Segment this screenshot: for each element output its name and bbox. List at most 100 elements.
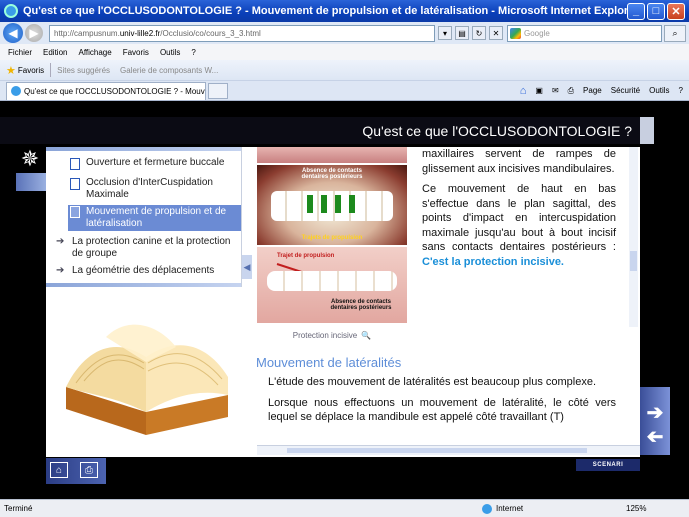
outline-item-propulsion[interactable]: Mouvement de propulsion et de latéralisa… bbox=[68, 205, 241, 231]
header-cap bbox=[640, 117, 654, 144]
previous-arrow-icon[interactable]: ➔ bbox=[644, 425, 666, 448]
document-icon bbox=[70, 158, 80, 170]
paragraph: L'étude des mouvement de latéralités est… bbox=[268, 376, 597, 388]
feeds-icon[interactable]: ▣ bbox=[535, 86, 543, 95]
outline-panel: Ouverture et fermeture buccale Occlusion… bbox=[46, 147, 242, 287]
refresh-icon[interactable]: ↻ bbox=[472, 26, 486, 40]
outline-item-label: Occlusion d'InterCuspidation Maximale bbox=[86, 177, 213, 200]
gallery-link[interactable]: Galerie de composants W... bbox=[120, 66, 218, 75]
address-suffix: /Occlusio/co/cours_3_3.html bbox=[160, 28, 261, 38]
tab-current[interactable]: Qu'est ce que l'OCCLUSODONTOLOGIE ? - Mo… bbox=[6, 81, 206, 100]
address-bar[interactable]: http://campusnum. univ-lille2.fr/Occlusio… bbox=[49, 24, 435, 42]
bottom-tools: ⌂ ⎙ bbox=[46, 458, 106, 484]
section-title: Mouvement de latéralités bbox=[256, 355, 402, 370]
zone-indicator: Internet bbox=[482, 503, 524, 514]
globe-icon bbox=[482, 503, 492, 514]
green-arrow bbox=[321, 195, 327, 213]
favorites-label[interactable]: Favoris bbox=[18, 66, 44, 75]
menu-edition[interactable]: Edition bbox=[43, 48, 67, 57]
ie-icon bbox=[11, 86, 21, 96]
command-bar: ⌂ ▣ ✉ ⎙ Page Sécurité Outils ? bbox=[511, 85, 689, 97]
horizontal-scrollbar[interactable] bbox=[257, 445, 640, 455]
vertical-scrollbar[interactable] bbox=[629, 147, 638, 327]
green-arrow bbox=[307, 195, 313, 213]
address-prefix: http://campusnum. bbox=[54, 28, 120, 38]
outline-sub-geometry[interactable]: ➔ La géométrie des déplacements bbox=[54, 265, 240, 277]
new-tab-button[interactable] bbox=[208, 82, 228, 99]
home-icon[interactable]: ⌂ bbox=[520, 85, 527, 97]
status-bar: Terminé Internet 125% bbox=[0, 499, 689, 517]
search-icon[interactable]: ⌕ bbox=[664, 24, 686, 42]
outline-sub-label: La géométrie des déplacements bbox=[72, 265, 215, 276]
green-arrow bbox=[335, 195, 341, 213]
zoom-level[interactable]: 125% bbox=[626, 504, 646, 513]
dental-photo-top bbox=[257, 147, 407, 163]
book-illustration bbox=[66, 324, 228, 435]
outline-sub-label: La protection canine et la protection de… bbox=[72, 236, 231, 259]
dental-photo-propulsion[interactable]: Absence de contacts dentaires postérieur… bbox=[257, 165, 407, 245]
zoom-icon[interactable]: 🔍 bbox=[361, 331, 371, 340]
window-title: Qu'est ce que l'OCCLUSODONTOLOGIE ? - Mo… bbox=[23, 5, 627, 17]
browser-window: Qu'est ce que l'OCCLUSODONTOLOGIE ? - Mo… bbox=[0, 0, 689, 517]
security-menu[interactable]: Sécurité bbox=[611, 86, 640, 95]
menu-favoris[interactable]: Favoris bbox=[123, 48, 149, 57]
ie-icon bbox=[4, 4, 18, 18]
outline-top-bar bbox=[46, 147, 241, 151]
paragraph-text: Ce mouvement de haut en bas s'effectue d… bbox=[422, 183, 616, 253]
search-input[interactable]: Google bbox=[507, 24, 662, 42]
mail-icon[interactable]: ✉ bbox=[552, 86, 559, 95]
collapse-outline-button[interactable]: ◀ bbox=[242, 255, 252, 279]
maximize-button[interactable]: □ bbox=[647, 2, 665, 20]
suggested-sites-link[interactable]: Sites suggérés bbox=[57, 66, 110, 75]
tools-menu[interactable]: Outils bbox=[649, 86, 669, 95]
menu-outils[interactable]: Outils bbox=[160, 48, 180, 57]
scroll-thumb[interactable] bbox=[287, 448, 587, 453]
paragraph: Ce mouvement de haut en bas s'effectue d… bbox=[422, 182, 616, 269]
left-strip bbox=[16, 173, 46, 191]
outline-item-label: Mouvement de propulsion et de latéralisa… bbox=[86, 206, 227, 229]
home-icon[interactable]: ⌂ bbox=[50, 462, 68, 478]
teeth-shape bbox=[271, 191, 393, 221]
print-icon[interactable]: ⎙ bbox=[80, 462, 98, 478]
next-arrow-icon[interactable]: ➔ bbox=[644, 401, 666, 424]
menu-fichier[interactable]: Fichier bbox=[8, 48, 32, 57]
menu-help[interactable]: ? bbox=[191, 48, 195, 57]
help-icon[interactable]: ? bbox=[679, 86, 683, 95]
arrow-right-icon: ➔ bbox=[56, 265, 65, 276]
document-icon bbox=[70, 206, 80, 218]
search-placeholder: Google bbox=[524, 28, 550, 38]
tab-bar: Qu'est ce que l'OCCLUSODONTOLOGIE ? - Mo… bbox=[0, 81, 689, 101]
outline-item-opening[interactable]: Ouverture et fermeture buccale bbox=[68, 157, 241, 170]
section-body: L'étude des mouvement de latéralités est… bbox=[268, 375, 616, 431]
dental-diagram-propulsion[interactable]: Trajet de propulsion Absence de contacts… bbox=[257, 247, 407, 323]
image-caption: Protection incisive 🔍 bbox=[257, 331, 407, 340]
stop-icon[interactable]: ✕ bbox=[489, 26, 503, 40]
address-domain: univ-lille2.fr bbox=[119, 28, 161, 38]
dropdown-icon[interactable]: ▾ bbox=[438, 26, 452, 40]
outline-item-label: Ouverture et fermeture buccale bbox=[86, 157, 225, 168]
outline-sub-canine[interactable]: ➔ La protection canine et la protection … bbox=[54, 236, 240, 260]
diagram-label: Absence de contacts dentaires postérieur… bbox=[330, 299, 392, 311]
star-icon[interactable]: ★ bbox=[6, 64, 16, 77]
scroll-thumb[interactable] bbox=[630, 251, 637, 271]
content-stage: Ouverture et fermeture buccale Occlusion… bbox=[46, 147, 640, 457]
print-icon[interactable]: ⎙ bbox=[568, 86, 574, 96]
photo-label: Trajets de propulsion bbox=[301, 235, 363, 241]
arrow-right-icon: ➔ bbox=[56, 236, 65, 247]
paragraph: Lorsque nous effectuons un mouvement de … bbox=[268, 396, 616, 424]
menu-affichage[interactable]: Affichage bbox=[78, 48, 111, 57]
scenari-logo: SCENARI bbox=[576, 459, 640, 471]
outline-bottom-bar bbox=[46, 283, 241, 287]
close-button[interactable]: ✕ bbox=[667, 2, 685, 20]
back-button[interactable]: ◀ bbox=[3, 23, 23, 43]
page-header: Qu'est ce que l'OCCLUSODONTOLOGIE ? bbox=[0, 117, 640, 144]
minimize-button[interactable]: _ bbox=[627, 2, 645, 20]
title-bar: Qu'est ce que l'OCCLUSODONTOLOGIE ? - Mo… bbox=[0, 0, 689, 22]
compass-icon[interactable]: ✵ bbox=[16, 146, 44, 171]
compat-icon[interactable]: ▤ bbox=[455, 26, 469, 40]
tab-label: Qu'est ce que l'OCCLUSODONTOLOGIE ? - Mo… bbox=[24, 86, 205, 96]
zone-label: Internet bbox=[496, 504, 524, 513]
page-menu[interactable]: Page bbox=[583, 86, 602, 95]
outline-item-occlusion[interactable]: Occlusion d'InterCuspidation Maximale bbox=[68, 177, 241, 201]
forward-button[interactable]: ▶ bbox=[25, 24, 43, 42]
